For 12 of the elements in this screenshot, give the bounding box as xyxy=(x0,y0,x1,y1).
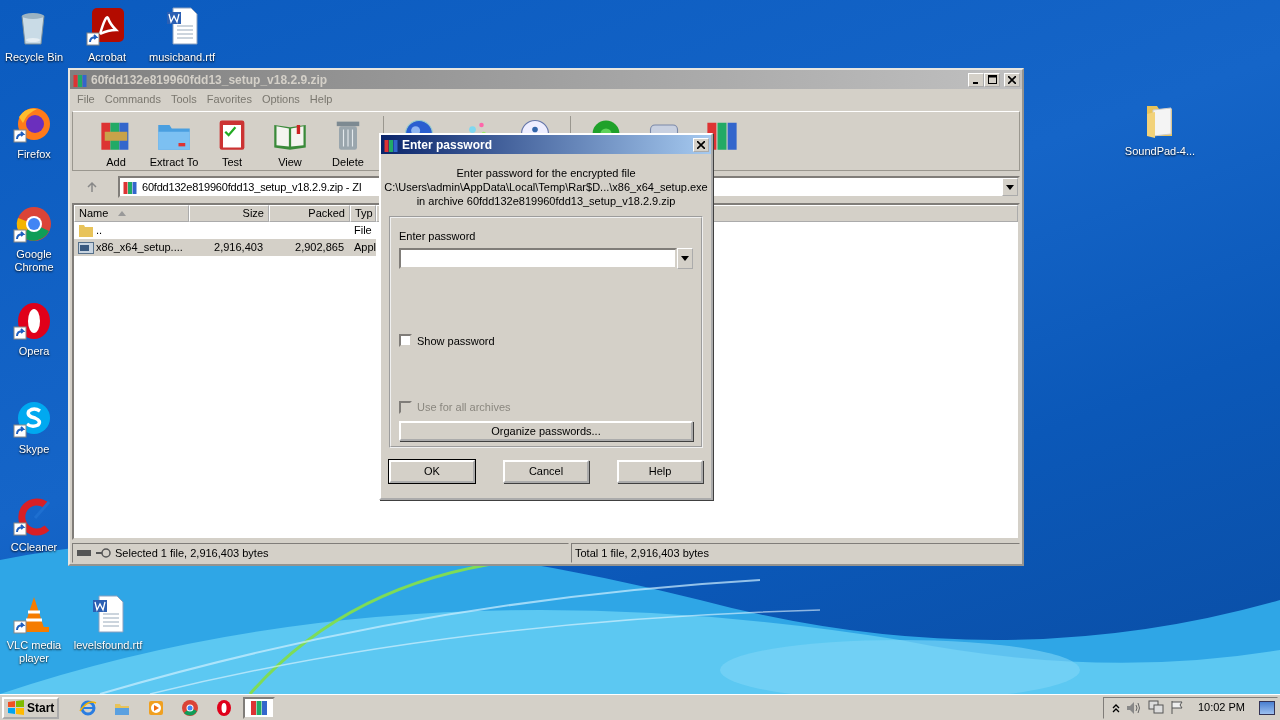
file-type: Appl xyxy=(354,241,377,253)
file-type: File xyxy=(354,224,372,236)
message-text: C:\Users\admin\AppData\Local\Temp\Rar$D...\x86_x64_setup.exe xyxy=(383,180,709,194)
window-title: 60fdd132e819960fdd13_setup_v18.2.9.zip xyxy=(91,71,328,89)
packed-size: 2,902,865 xyxy=(295,241,344,253)
file-name: x86_x64_setup.... xyxy=(96,240,183,256)
file-size: 2,916,403 xyxy=(214,241,263,253)
status-text: Selected 1 file, 2,916,403 bytes xyxy=(115,545,269,561)
status-text: Total 1 file, 2,916,403 bytes xyxy=(575,545,709,561)
field-label: Enter password xyxy=(399,229,477,244)
file-name: .. xyxy=(96,223,103,239)
dialog-title: Enter password xyxy=(402,136,493,154)
